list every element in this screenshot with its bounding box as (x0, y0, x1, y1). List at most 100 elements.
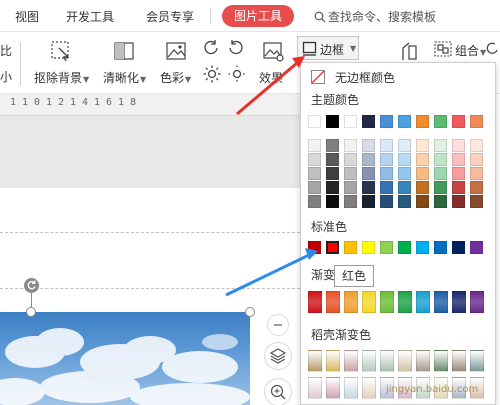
standard-color-swatch[interactable] (326, 241, 339, 254)
theme-color-swatch[interactable] (326, 115, 339, 128)
theme-shade-swatch[interactable] (344, 167, 357, 180)
theme-color-swatch[interactable] (308, 115, 321, 128)
theme-shade-swatch[interactable] (380, 167, 393, 180)
theme-shade-swatch[interactable] (344, 153, 357, 166)
theme-shade-swatch[interactable] (344, 139, 357, 152)
standard-color-swatch[interactable] (344, 241, 357, 254)
theme-color-swatch[interactable] (362, 115, 375, 128)
theme-shade-swatch[interactable] (326, 195, 339, 208)
theme-shade-swatch[interactable] (380, 139, 393, 152)
theme-shade-swatch[interactable] (470, 167, 483, 180)
zoom-in-button[interactable] (264, 378, 292, 405)
theme-shade-swatch[interactable] (434, 153, 447, 166)
theme-shade-swatch[interactable] (398, 139, 411, 152)
theme-shade-swatch[interactable] (470, 139, 483, 152)
brightness-decrease-icon[interactable] (228, 65, 246, 83)
theme-color-swatch[interactable] (434, 115, 447, 128)
theme-shade-swatch[interactable] (416, 167, 429, 180)
tab-view[interactable]: 视图 (15, 8, 39, 25)
theme-color-swatch[interactable] (398, 115, 411, 128)
bright-gradient-swatch[interactable] (326, 350, 340, 372)
theme-shade-swatch[interactable] (416, 181, 429, 194)
bright-gradient-swatch[interactable] (308, 377, 322, 399)
bright-gradient-swatch[interactable] (344, 350, 358, 372)
resize-handle-top-left[interactable] (26, 307, 36, 317)
tab-picture-tools[interactable]: 图片工具 (222, 5, 295, 27)
theme-shade-swatch[interactable] (344, 181, 357, 194)
theme-shade-swatch[interactable] (434, 167, 447, 180)
theme-shade-swatch[interactable] (326, 153, 339, 166)
standard-color-swatch[interactable] (308, 241, 321, 254)
bright-gradient-swatch[interactable] (434, 350, 448, 372)
tab-member[interactable]: 会员专享 (146, 8, 194, 25)
effects-button[interactable]: 效果 (259, 69, 283, 86)
theme-shade-swatch[interactable] (308, 181, 321, 194)
color-button[interactable]: 色彩▼ (160, 69, 191, 86)
theme-shade-swatch[interactable] (362, 153, 375, 166)
theme-shade-swatch[interactable] (344, 195, 357, 208)
rotate-handle-icon[interactable] (23, 277, 40, 294)
standard-color-swatch[interactable] (380, 241, 393, 254)
standard-color-swatch[interactable] (416, 241, 429, 254)
theme-shade-swatch[interactable] (380, 153, 393, 166)
theme-shade-swatch[interactable] (452, 139, 465, 152)
gradient-swatch[interactable] (398, 291, 412, 313)
group-button[interactable]: 组合▼ (455, 42, 486, 59)
standard-color-swatch[interactable] (452, 241, 465, 254)
gradient-swatch[interactable] (434, 291, 448, 313)
sharpen-icon[interactable] (113, 40, 135, 62)
remove-background-button[interactable]: 抠除背景▼ (34, 69, 89, 86)
theme-shade-swatch[interactable] (362, 195, 375, 208)
theme-shade-swatch[interactable] (434, 181, 447, 194)
command-search[interactable]: 查找命令、搜索模板 (314, 8, 436, 25)
bright-gradient-swatch[interactable] (362, 377, 376, 399)
theme-shade-swatch[interactable] (452, 167, 465, 180)
gradient-swatch[interactable] (416, 291, 430, 313)
theme-shade-swatch[interactable] (470, 181, 483, 194)
theme-shade-swatch[interactable] (398, 167, 411, 180)
bright-gradient-swatch[interactable] (398, 350, 412, 372)
tab-dev-tools[interactable]: 开发工具 (66, 8, 114, 25)
theme-shade-swatch[interactable] (452, 181, 465, 194)
theme-shade-swatch[interactable] (452, 153, 465, 166)
rotate-left-icon[interactable] (203, 39, 219, 55)
theme-shade-swatch[interactable] (362, 181, 375, 194)
theme-shade-swatch[interactable] (326, 139, 339, 152)
theme-shade-swatch[interactable] (308, 139, 321, 152)
bright-gradient-swatch[interactable] (380, 350, 394, 372)
standard-color-swatch[interactable] (434, 241, 447, 254)
gradient-swatch[interactable] (308, 291, 322, 313)
theme-shade-swatch[interactable] (416, 153, 429, 166)
color-icon[interactable] (165, 40, 187, 62)
theme-shade-swatch[interactable] (416, 195, 429, 208)
effects-icon[interactable] (262, 40, 284, 62)
gradient-swatch[interactable] (362, 291, 376, 313)
sharpen-button[interactable]: 清晰化▼ (103, 69, 146, 86)
gradient-swatch[interactable] (326, 291, 340, 313)
border-button[interactable]: 边框 ▼ (297, 36, 359, 60)
bright-gradient-swatch[interactable] (470, 350, 484, 372)
gradient-swatch[interactable] (452, 291, 466, 313)
gradient-swatch[interactable] (470, 291, 484, 313)
remove-background-icon[interactable] (50, 40, 72, 62)
theme-color-swatch[interactable] (344, 115, 357, 128)
bright-gradient-swatch[interactable] (308, 350, 322, 372)
gradient-swatch[interactable] (344, 291, 358, 313)
standard-color-swatch[interactable] (470, 241, 483, 254)
zoom-out-button[interactable] (267, 314, 289, 336)
standard-color-swatch[interactable] (398, 241, 411, 254)
selected-picture[interactable] (0, 312, 250, 405)
theme-shade-swatch[interactable] (362, 167, 375, 180)
theme-shade-swatch[interactable] (380, 181, 393, 194)
theme-shade-swatch[interactable] (470, 195, 483, 208)
theme-shade-swatch[interactable] (470, 153, 483, 166)
theme-shade-swatch[interactable] (308, 167, 321, 180)
ratio-label-top[interactable]: 比 (0, 42, 12, 59)
bright-gradient-swatch[interactable] (362, 350, 376, 372)
theme-shade-swatch[interactable] (398, 153, 411, 166)
bright-gradient-swatch[interactable] (452, 350, 466, 372)
theme-color-swatch[interactable] (380, 115, 393, 128)
ratio-label-bottom[interactable]: 小 (0, 68, 12, 85)
layers-button[interactable] (264, 342, 292, 370)
theme-color-swatch[interactable] (470, 115, 483, 128)
